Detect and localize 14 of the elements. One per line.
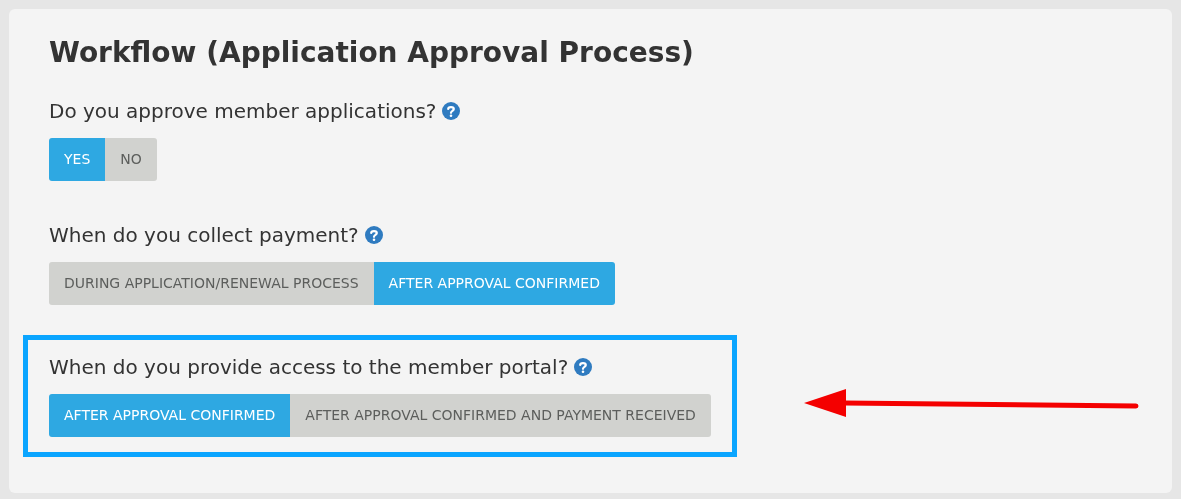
help-icon[interactable] [442, 102, 461, 120]
toggle-option[interactable]: DURING APPLICATION/RENEWAL PROCESS [49, 262, 374, 305]
toggle-option[interactable]: NO [105, 138, 157, 181]
arrow-icon [804, 389, 1140, 417]
help-icon[interactable] [574, 358, 593, 376]
question-label: When do you provide access to the member portal? [49, 354, 569, 381]
toggle-option[interactable]: AFTER APPROVAL CONFIRMED [49, 394, 291, 437]
toggle-option[interactable]: YES [49, 138, 106, 181]
toggle-option[interactable]: AFTER APPROVAL CONFIRMED [373, 262, 615, 305]
question-label: When do you collect payment? [49, 222, 359, 249]
toggle-option[interactable]: AFTER APPROVAL CONFIRMED AND PAYMENT RECEIVED [290, 394, 711, 437]
section-title: Workflow (Application Approval Process) [49, 35, 695, 71]
help-icon[interactable] [364, 226, 383, 244]
question-label: Do you approve member applications? [49, 98, 437, 125]
